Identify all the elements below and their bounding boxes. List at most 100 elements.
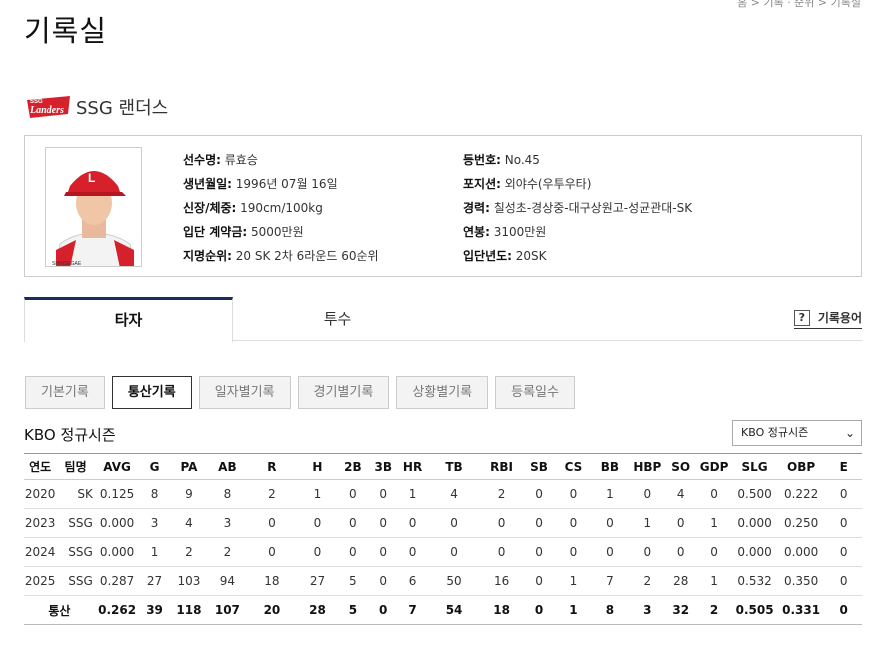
- table-cell: 0.505: [732, 595, 777, 625]
- column-header: TB: [426, 453, 482, 480]
- subtab-game[interactable]: 경기별기록: [297, 376, 390, 409]
- table-cell: 0: [481, 508, 522, 538]
- team-name: SSG 랜더스: [76, 98, 169, 119]
- table-cell: 0: [695, 537, 733, 567]
- column-header: HBP: [629, 453, 666, 480]
- column-header: AB: [208, 453, 247, 480]
- table-cell: 0: [521, 566, 557, 596]
- table-cell: 1: [590, 479, 630, 509]
- subtab-basic[interactable]: 기본기록: [25, 376, 105, 409]
- table-cell: 0.125: [94, 479, 140, 509]
- column-header: CS: [556, 453, 591, 480]
- table-cell: 0: [556, 508, 591, 538]
- table-cell: 2: [629, 566, 666, 596]
- table-cell: 7: [398, 595, 427, 625]
- table-cell: 6: [398, 566, 427, 596]
- subtab-daily[interactable]: 일자별기록: [198, 376, 291, 409]
- position-tabs: 타자 투수 ? 기록용어: [24, 297, 862, 342]
- info-position: 포지션: 외야수(우투우타): [463, 177, 592, 191]
- table-cell: 94: [208, 566, 247, 596]
- subtab-situation[interactable]: 상황별기록: [396, 376, 489, 409]
- glossary-label: 기록용어: [817, 311, 862, 325]
- table-cell: 2: [208, 537, 247, 567]
- column-header: 연도: [24, 453, 57, 480]
- table-cell: 0.000: [732, 537, 777, 567]
- table-cell: 0: [246, 508, 298, 538]
- table-cell: 0: [368, 479, 399, 509]
- table-cell: 0: [398, 508, 427, 538]
- player-info-box: L SHINSEGAE 선수명: 류효승 생년월일: 1996년 07월 16일…: [24, 135, 862, 277]
- column-header: 팀명: [56, 453, 95, 480]
- table-cell: 2025: [24, 566, 57, 596]
- table-cell: 0: [481, 537, 522, 567]
- table-cell: 0: [368, 508, 399, 538]
- table-cell: 0.331: [776, 595, 826, 625]
- table-cell: 2: [695, 595, 733, 625]
- table-cell: 0: [695, 479, 733, 509]
- subtab-registration[interactable]: 등록일수: [495, 376, 575, 409]
- column-header: R: [246, 453, 298, 480]
- table-cell: SSG: [56, 508, 95, 538]
- table-cell: 18: [246, 566, 298, 596]
- glossary-link[interactable]: ? 기록용어: [793, 309, 862, 329]
- table-cell: 4: [426, 479, 482, 509]
- table-cell: 0: [297, 537, 338, 567]
- table-cell: 0: [629, 537, 666, 567]
- table-cell: 1: [139, 537, 170, 567]
- table-cell: 16: [481, 566, 522, 596]
- tab-hitter[interactable]: 타자: [24, 297, 233, 342]
- table-cell: 9: [169, 479, 209, 509]
- table-cell: 0.000: [732, 508, 777, 538]
- table-cell: 0.532: [732, 566, 777, 596]
- season-select[interactable]: KBO 정규시즌 ⌄: [732, 420, 862, 446]
- table-cell: 0.262: [94, 595, 140, 625]
- info-name: 선수명: 류효승: [183, 153, 258, 167]
- table-cell: 2020: [24, 479, 57, 509]
- player-photo: L SHINSEGAE: [45, 147, 142, 267]
- table-cell: 1: [556, 595, 591, 625]
- table-cell: 0.000: [94, 537, 140, 567]
- table-cell: 3: [139, 508, 170, 538]
- column-header: OBP: [776, 453, 826, 480]
- table-cell: 0: [665, 508, 696, 538]
- column-header: AVG: [94, 453, 140, 480]
- table-cell: 8: [139, 479, 170, 509]
- table-cell: 0: [521, 595, 557, 625]
- player-info-left: 선수명: 류효승 생년월일: 1996년 07월 16일 신장/체중: 190c…: [183, 148, 379, 268]
- table-cell: 3: [629, 595, 666, 625]
- table-cell: 27: [139, 566, 170, 596]
- table-cell: 18: [481, 595, 522, 625]
- table-total-row: 통산 0.262 39 118 107 20 28 5 0 7 54 18 0 1 8 3 32 2 0.505 0.…: [24, 595, 862, 625]
- column-header: 2B: [337, 453, 369, 480]
- table-cell: 2: [481, 479, 522, 509]
- table-cell: 103: [169, 566, 209, 596]
- table-cell: 5: [337, 566, 369, 596]
- subtab-career[interactable]: 통산기록: [111, 376, 192, 409]
- table-cell: 8: [590, 595, 630, 625]
- player-info-right: 등번호: No.45 포지션: 외야수(우투우타) 경력: 칠성초-경상중-대구…: [463, 148, 692, 268]
- tab-pitcher[interactable]: 투수: [233, 297, 442, 341]
- table-cell: 0.222: [776, 479, 826, 509]
- info-draft: 지명순위: 20 SK 2차 6라운드 60순위: [183, 249, 379, 263]
- column-header: SLG: [732, 453, 777, 480]
- table-cell: 2: [246, 479, 298, 509]
- column-header: PA: [169, 453, 209, 480]
- table-cell: 0: [590, 537, 630, 567]
- table-cell: 0: [825, 479, 862, 509]
- table-cell: 1: [629, 508, 666, 538]
- photo-caption: SHINSEGAE: [52, 261, 82, 267]
- table-cell: 0: [398, 537, 427, 567]
- table-cell: 107: [208, 595, 247, 625]
- table-cell: SSG: [56, 566, 95, 596]
- table-cell: 32: [665, 595, 696, 625]
- column-header: SO: [665, 453, 696, 480]
- info-career: 경력: 칠성초-경상중-대구상원고-성균관대-SK: [463, 201, 693, 215]
- table-row: 2025 SSG 0.287 27 103 94 18 27 5 0 6 50 16 0 1 7 2 28 1 0.5…: [24, 566, 862, 596]
- table-cell: 0.250: [776, 508, 826, 538]
- table-cell: 0: [368, 566, 399, 596]
- logo-text: Landers: [29, 105, 64, 116]
- column-header: SB: [521, 453, 557, 480]
- breadcrumb: 홈 > 기록 · 순위 > 기록실: [737, 0, 861, 9]
- table-cell: 4: [169, 508, 209, 538]
- column-header: HR: [398, 453, 427, 480]
